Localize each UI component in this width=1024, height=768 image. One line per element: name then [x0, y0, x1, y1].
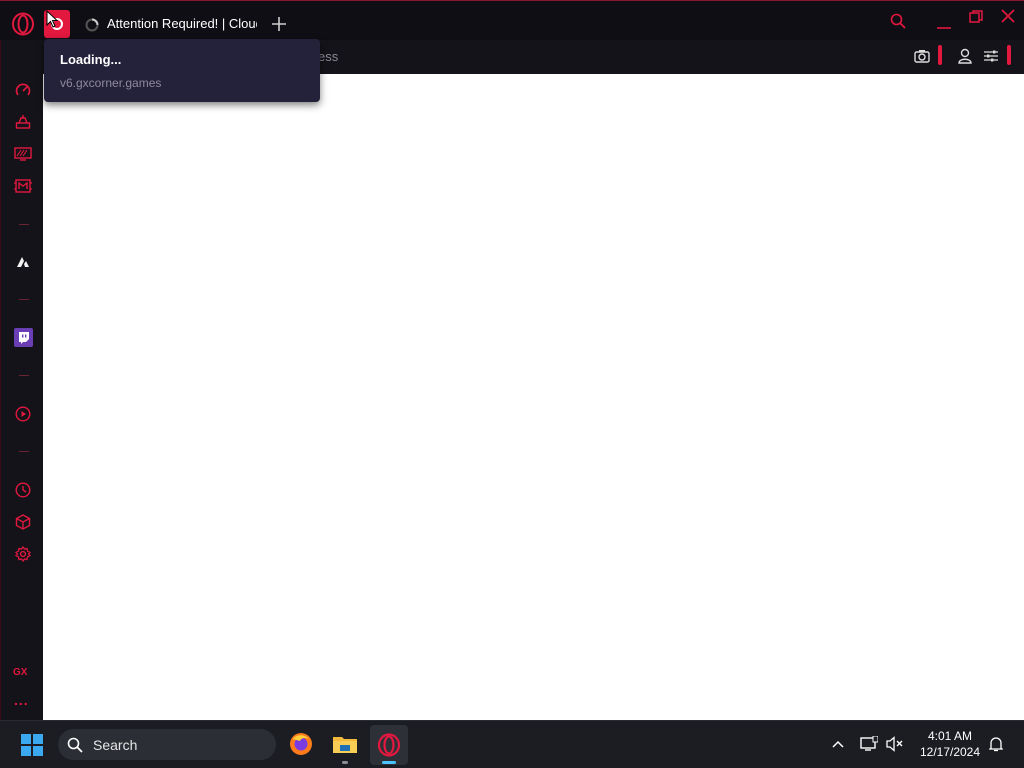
close-window-icon[interactable] [998, 6, 1018, 26]
history-icon[interactable] [13, 480, 33, 500]
gx-corner-icon[interactable] [13, 176, 33, 196]
notification-bell-icon[interactable] [987, 735, 1005, 753]
sidebar: GX ... [0, 40, 43, 720]
clock-date: 12/17/2024 [919, 745, 981, 759]
search-icon [66, 736, 84, 754]
accent-divider [938, 45, 942, 65]
clock[interactable]: 4:01 AM 12/17/2024 [914, 728, 986, 762]
settings-icon[interactable] [13, 544, 33, 564]
accent-divider-right [1007, 45, 1011, 65]
gx-cleaner-icon[interactable] [13, 144, 33, 164]
twitch-icon[interactable] [14, 328, 33, 347]
player-icon[interactable] [13, 404, 33, 424]
active-app-indicator [382, 761, 396, 764]
explorer-running-indicator [342, 761, 348, 764]
sidebar-separator [19, 224, 29, 225]
search-placeholder: Search [93, 737, 138, 753]
tooltip-status: Loading... [60, 52, 122, 67]
new-tab-plus-icon[interactable] [269, 14, 289, 34]
address-field-fragment[interactable]: ess [318, 49, 338, 64]
speed-dial-icon[interactable] [13, 80, 33, 100]
extensions-icon[interactable] [13, 512, 33, 532]
clock-time: 4:01 AM [927, 729, 973, 743]
more-options-icon[interactable]: ... [14, 692, 29, 708]
profile-icon[interactable] [955, 46, 975, 66]
sidebar-separator [19, 451, 29, 452]
mouse-cursor-icon [45, 9, 59, 29]
sidebar-separator [19, 299, 29, 300]
minimize-icon[interactable] [934, 13, 954, 33]
easy-setup-icon[interactable] [981, 46, 1001, 66]
aria-icon[interactable] [13, 252, 33, 272]
opera-gx-taskbar-button[interactable] [370, 725, 408, 765]
page-content [43, 74, 1024, 720]
volume-muted-icon[interactable] [885, 734, 905, 754]
taskbar: Search 4:01 AM 12/17/2024 [0, 720, 1024, 768]
taskbar-search-box[interactable]: Search [58, 729, 276, 760]
gx-control-icon[interactable] [13, 112, 33, 132]
windows-start-icon[interactable] [20, 733, 44, 757]
show-hidden-icons-icon[interactable] [829, 735, 847, 753]
tooltip-url: v6.gxcorner.games [60, 76, 162, 90]
network-icon[interactable] [859, 734, 879, 754]
opera-gx-icon [376, 732, 402, 758]
tab-hover-tooltip: Loading... v6.gxcorner.games [44, 39, 320, 102]
restore-icon[interactable] [966, 7, 986, 27]
firefox-icon[interactable] [288, 731, 314, 757]
tab-title: Attention Required! | Cloudflare [107, 16, 257, 31]
snapshot-camera-icon[interactable] [911, 46, 933, 66]
opera-gx-menu-icon[interactable] [10, 11, 36, 37]
loading-spinner-icon [84, 17, 100, 33]
file-explorer-icon[interactable] [332, 732, 358, 756]
gx-label: GX [13, 667, 28, 678]
search-tabs-icon[interactable] [888, 11, 908, 31]
sidebar-separator [19, 375, 29, 376]
